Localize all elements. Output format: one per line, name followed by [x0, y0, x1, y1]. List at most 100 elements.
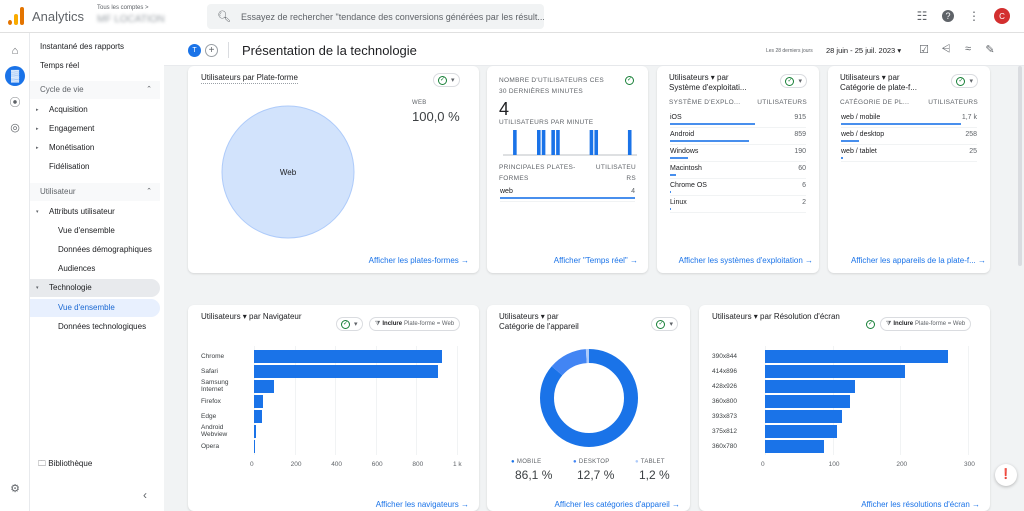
nav-label: Engagement	[49, 124, 95, 133]
more-vert-icon[interactable]: ⋮	[966, 8, 982, 24]
page-header: T + Présentation de la technologie Les 2…	[164, 33, 1024, 66]
col-line: FORMES	[499, 175, 529, 182]
browser-card: Utilisateurs ▾ par Navigateur ✓ ▾ ⧩ Inclur…	[188, 305, 479, 511]
account-selector[interactable]: Tous les comptes > MF LOCATION	[97, 5, 165, 25]
nav-item-tech-details[interactable]: Données technologiques	[30, 318, 160, 336]
view-platform-devices-link[interactable]: Afficher les appareils de la plate-f... …	[851, 256, 986, 265]
screen-resolution-card: Utilisateurs ▾ par Résolution d'écran ✓ …	[699, 305, 990, 511]
nav-item-demographics[interactable]: Données démographiques	[30, 241, 160, 259]
table-row[interactable]: web / mobile 1,7 k	[841, 111, 977, 128]
row-name: web	[500, 188, 513, 195]
explore-icon[interactable]: ⦿	[7, 94, 23, 110]
comparison-chip[interactable]: ✓ ▾	[336, 317, 363, 331]
bar[interactable]	[765, 440, 824, 453]
title-line: Utilisateurs ▾ par	[669, 73, 729, 82]
table-row[interactable]: Windows 190	[670, 145, 806, 162]
table-row[interactable]: Linux 2	[670, 196, 806, 213]
comparison-chip[interactable]: ✓ ▾	[651, 317, 678, 331]
bar[interactable]	[254, 395, 264, 408]
minute-bar[interactable]	[589, 130, 594, 155]
table-row[interactable]: Macintosh 60	[670, 162, 806, 179]
platform-card: Utilisateurs par Plate-forme ✓ ▾ Web WEB …	[188, 66, 479, 273]
customize-report-icon[interactable]: ☑	[918, 43, 930, 56]
reports-icon[interactable]: ▓	[5, 66, 25, 86]
title-line: Utilisateurs ▾ par	[499, 312, 559, 321]
y-category-label: Android Webview	[201, 424, 228, 438]
nav-item-realtime[interactable]: Temps réel	[30, 57, 160, 75]
minute-bar[interactable]	[627, 130, 632, 155]
view-realtime-link[interactable]: Afficher "Temps réel" →	[554, 256, 638, 265]
date-range-picker[interactable]: 28 juin - 25 juil. 2023 ▾	[826, 46, 901, 55]
bar[interactable]	[765, 410, 843, 423]
metric-selector[interactable]: Utilisateurs ▾	[712, 312, 758, 321]
bar[interactable]	[254, 350, 442, 363]
advertising-icon[interactable]: ◎	[7, 119, 23, 135]
bar[interactable]	[254, 410, 263, 423]
add-comparison-button[interactable]: +	[205, 44, 218, 57]
minute-bar[interactable]	[556, 130, 560, 155]
metric-selector[interactable]: Utilisateurs ▾	[201, 312, 247, 321]
nav-item-snapshot[interactable]: Instantané des rapports	[30, 38, 160, 56]
nav-item-library[interactable]: 🗀︎ Bibliothèque	[38, 458, 92, 472]
table-row[interactable]: web / tablet 25	[841, 145, 977, 162]
minute-bar[interactable]	[513, 130, 517, 155]
row-name: Chrome OS	[670, 182, 707, 189]
comparison-chip[interactable]: ✓ ▾	[951, 74, 978, 88]
nav-section-user[interactable]: Utilisateur ⌃	[30, 183, 160, 201]
bar[interactable]	[254, 425, 257, 438]
check-circle-icon[interactable]: ✓	[866, 320, 875, 329]
table-row[interactable]: Android 859	[670, 128, 806, 145]
comparison-badge[interactable]: T	[188, 44, 201, 57]
y-category-label: 360x800	[712, 398, 737, 405]
bar[interactable]	[765, 365, 906, 378]
view-platforms-link[interactable]: Afficher les plates-formes →	[369, 256, 469, 265]
minute-bar[interactable]	[537, 130, 541, 155]
minute-bar[interactable]	[541, 130, 546, 155]
nav-item-audiences[interactable]: Audiences	[30, 260, 160, 278]
bar[interactable]	[254, 365, 438, 378]
comparison-chip[interactable]: ✓ ▾	[780, 74, 807, 88]
table-row[interactable]: web / desktop 258	[841, 128, 977, 145]
bar[interactable]	[254, 440, 255, 453]
minute-bar[interactable]	[594, 130, 599, 155]
scrollbar[interactable]	[1018, 66, 1022, 266]
nav-item-monetization[interactable]: ▸ Monétisation	[30, 139, 160, 157]
share-icon[interactable]: ⩤	[940, 43, 952, 56]
bar[interactable]	[765, 350, 948, 363]
minute-bar[interactable]	[551, 130, 555, 155]
nav-item-user-overview[interactable]: Vue d'ensemble	[30, 222, 160, 240]
home-icon[interactable]: ⌂	[7, 43, 23, 59]
comparison-chip[interactable]: ✓ ▾	[433, 73, 460, 87]
bar[interactable]	[765, 395, 850, 408]
nav-item-tech-overview[interactable]: Vue d'ensemble	[30, 299, 160, 317]
view-device-categories-link[interactable]: Afficher les catégories d'appareil →	[555, 500, 680, 509]
apps-grid-icon[interactable]: ☷	[914, 8, 930, 24]
bar[interactable]	[254, 380, 275, 393]
filter-chip[interactable]: ⧩ Inclure Plate-forme = Web	[369, 317, 461, 331]
nav-item-retention[interactable]: Fidélisation	[30, 158, 160, 176]
settings-gear-icon[interactable]: ⚙	[7, 480, 23, 496]
view-browsers-link[interactable]: Afficher les navigateurs →	[376, 500, 469, 509]
bar[interactable]	[765, 380, 855, 393]
view-os-link[interactable]: Afficher les systèmes d'exploitation →	[679, 256, 813, 265]
nav-item-technology[interactable]: ▾ Technologie	[30, 279, 160, 297]
filter-chip[interactable]: ⧩ Inclure Plate-forme = Web	[880, 317, 972, 331]
avatar[interactable]: C	[994, 8, 1010, 24]
help-icon[interactable]: ?	[942, 10, 954, 22]
edit-pencil-icon[interactable]: ✎	[984, 43, 996, 56]
table-row[interactable]: Chrome OS 6	[670, 179, 806, 196]
nav-item-acquisition[interactable]: ▸ Acquisition	[30, 101, 160, 119]
nav-item-user-attributes[interactable]: ▾ Attributs utilisateur	[30, 203, 160, 221]
table-row[interactable]: web 4	[500, 185, 635, 202]
view-resolutions-link[interactable]: Afficher les résolutions d'écran →	[861, 500, 980, 509]
feedback-button[interactable]: ❗	[995, 464, 1017, 486]
search-bar[interactable]: 🔍︎ Essayez de rechercher "tendance des c…	[207, 4, 544, 29]
table-row[interactable]: iOS 915	[670, 111, 806, 128]
nav-section-lifecycle[interactable]: Cycle de vie ⌃	[30, 81, 160, 99]
nav-item-engagement[interactable]: ▸ Engagement	[30, 120, 160, 138]
search-input[interactable]: Essayez de rechercher "tendance des conv…	[241, 12, 544, 22]
collapse-nav-chevron-icon[interactable]: ‹	[143, 488, 147, 502]
y-category-label: 375x812	[712, 428, 737, 435]
insights-icon[interactable]: ≈	[962, 43, 974, 56]
bar[interactable]	[765, 425, 838, 438]
